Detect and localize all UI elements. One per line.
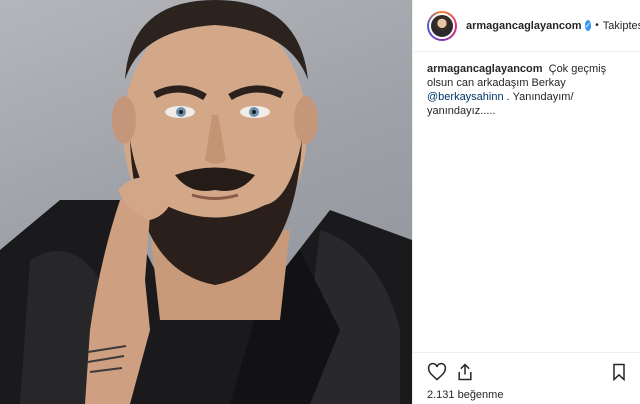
caption-username[interactable]: armagancaglayancom	[427, 63, 543, 75]
portrait-illustration	[0, 0, 412, 404]
avatar-image	[429, 12, 455, 39]
share-icon[interactable]	[455, 362, 475, 382]
post-photo[interactable]	[0, 0, 412, 404]
separator-dot: •	[595, 20, 599, 31]
bookmark-icon[interactable]	[609, 362, 629, 382]
likes-count[interactable]: 2.131 beğenme	[427, 389, 503, 401]
post-actions: 2.131 beğenme	[413, 352, 640, 404]
heart-icon[interactable]	[427, 362, 447, 382]
post-side-panel: armagancaglayancom ✓ • Takiptesin armaga…	[412, 0, 640, 404]
post-header: armagancaglayancom ✓ • Takiptesin	[413, 0, 640, 52]
avatar[interactable]	[427, 10, 457, 41]
verified-badge-icon: ✓	[584, 20, 592, 31]
instagram-post: armagancaglayancom ✓ • Takiptesin armaga…	[0, 0, 640, 404]
post-caption: armagancaglayancom Çok geçmiş olsun can …	[427, 62, 633, 118]
follow-status-button[interactable]: Takiptesin	[603, 20, 640, 32]
author-username[interactable]: armagancaglayancom	[466, 20, 582, 32]
caption-mention-link[interactable]: @berkaysahinn	[427, 91, 504, 103]
